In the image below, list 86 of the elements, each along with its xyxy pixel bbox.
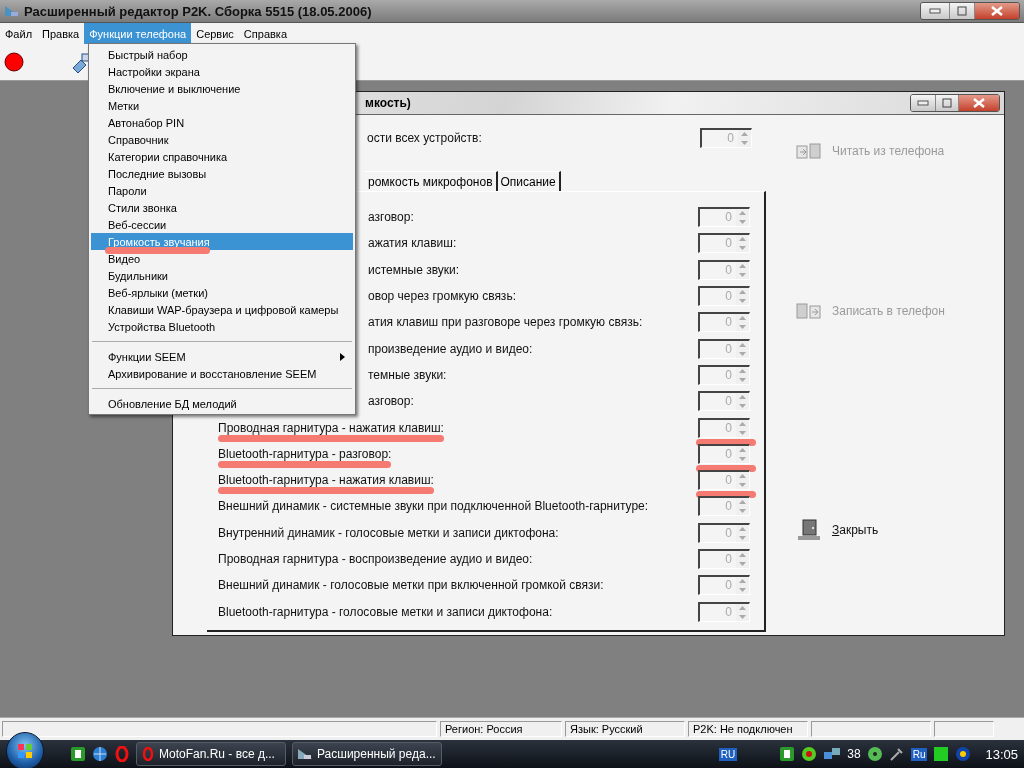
field-label: истемные звуки:	[368, 262, 460, 277]
minimize-button[interactable]	[921, 3, 949, 19]
action-button[interactable]: Закрыть	[794, 517, 881, 543]
status-panel	[934, 721, 994, 737]
record-icon[interactable]	[4, 52, 24, 72]
field-label: Bluetooth-гарнитура - голосовые метки и записи диктофона:	[218, 604, 553, 619]
field-label: темные звуки:	[368, 367, 447, 382]
maximize-icon	[942, 98, 952, 108]
menu-item[interactable]: Автонабор PIN	[91, 114, 353, 131]
field-label: ости всех устройств:	[367, 131, 483, 145]
field-label: овор через громкую связь:	[368, 289, 516, 304]
tab[interactable]: Описание	[497, 171, 561, 191]
signal-icon[interactable]	[955, 746, 972, 762]
field-label: Проводная гарнитура - воспроизведение аудио и видео:	[218, 552, 533, 566]
windows-logo-icon	[17, 743, 33, 759]
minimize-icon	[929, 8, 941, 14]
menu-item[interactable]: Стили звонка	[91, 199, 353, 216]
maximize-icon	[957, 6, 967, 16]
menu-item[interactable]: Обновление БД мелодий	[91, 395, 353, 412]
disc-icon[interactable]	[866, 746, 883, 762]
field-label: Проводная гарнитура - нажатия клавиш:	[218, 420, 444, 435]
minimize-button[interactable]	[911, 95, 935, 111]
door-icon	[796, 519, 822, 541]
menu-item[interactable]: Видео	[91, 250, 353, 267]
menu-item[interactable]: Пароли	[91, 182, 353, 199]
field-label: произведение аудио и видео:	[368, 341, 533, 356]
menu-item[interactable]: Включение и выключение	[91, 80, 353, 97]
flower-icon[interactable]	[801, 746, 818, 762]
tab[interactable]: ромкость микрофонов	[365, 171, 498, 191]
close-icon	[991, 6, 1003, 16]
close-button[interactable]	[974, 3, 1019, 19]
field-label: ажатия клавиш:	[368, 236, 457, 251]
close-icon	[973, 98, 985, 108]
menu-item[interactable]: Будильники	[91, 267, 353, 284]
ring-icon[interactable]	[114, 746, 130, 762]
start-button[interactable]	[6, 732, 44, 768]
device-icon	[796, 303, 822, 319]
menu-item[interactable]: Устройства Bluetooth	[91, 318, 353, 335]
square-icon[interactable]	[933, 746, 950, 762]
app-icon	[297, 747, 313, 761]
minimize-icon	[917, 100, 929, 106]
menu-item[interactable]: Последние вызовы	[91, 165, 353, 182]
taskbar-button[interactable]: MotoFan.Ru - все д...	[136, 742, 286, 766]
status-text: Язык: Русский	[565, 721, 685, 737]
field-label: Внешний динамик - системные звуки при подключенной Bluetooth-гарнитуре:	[218, 499, 649, 514]
menu-item[interactable]: Веб-ярлыки (метки)	[91, 284, 353, 301]
menu-item[interactable]: Категории справочника	[91, 148, 353, 165]
torrent-icon[interactable]	[779, 746, 796, 762]
field-label: Внешний динамик - голосовые метки при включенной громкой связи:	[218, 578, 604, 593]
menu-item[interactable]: Метки	[91, 97, 353, 114]
menu-item[interactable]: Настройки экрана	[91, 63, 353, 80]
window-title: Расширенный редактор P2K. Сборка 5515 (18.05.2006)	[24, 3, 373, 19]
menu-item[interactable]: Клавиши WAP-браузера и цифровой камеры	[91, 301, 353, 318]
field-label: Bluetooth-гарнитура - нажатия клавиш:	[218, 473, 434, 488]
tool-icon[interactable]	[888, 746, 905, 762]
language-indicator[interactable]: RU	[718, 747, 738, 761]
close-button[interactable]	[958, 95, 999, 111]
tray-count: 38	[847, 747, 861, 761]
network-icon[interactable]	[823, 746, 842, 762]
clock: 13:05	[985, 746, 1018, 762]
menu-item[interactable]: Правка	[37, 23, 85, 44]
maximize-button[interactable]	[949, 3, 974, 19]
menu-item[interactable]: Справочник	[91, 131, 353, 148]
field-label: Bluetooth-гарнитура - разговор:	[218, 446, 392, 461]
globe-icon[interactable]	[92, 746, 108, 762]
menu-item[interactable]: Функции SEEM	[91, 348, 353, 365]
menu-item[interactable]: Сервис	[191, 23, 239, 44]
menu-item[interactable]: Справка	[238, 23, 292, 44]
field-label: атия клавиш при разговоре через громкую связь:	[368, 315, 643, 330]
language-indicator[interactable]: Ru	[910, 747, 928, 761]
maximize-button[interactable]	[935, 95, 958, 111]
device-icon	[796, 143, 822, 159]
ring-icon	[141, 747, 155, 761]
menu-item[interactable]: Архивирование и восстановление SEEM	[91, 365, 353, 382]
field-label: Внутренний динамик - голосовые метки и записи диктофона:	[218, 525, 559, 540]
menu-item[interactable]: Веб-сессии	[91, 216, 353, 233]
menu-item[interactable]: Быстрый набор	[91, 46, 353, 63]
taskbar-button[interactable]: Расширенный реда...	[292, 742, 442, 766]
field-label: азговор:	[368, 394, 414, 409]
window-title: мкость)	[365, 96, 412, 110]
status-text: P2K: Не подключен	[688, 721, 808, 737]
torrent-icon[interactable]	[70, 746, 86, 762]
app-icon	[4, 4, 20, 18]
menu-item[interactable]: Файл	[0, 23, 38, 44]
status-text: Регион: Россия	[440, 721, 562, 737]
field-label: азговор:	[368, 210, 414, 225]
